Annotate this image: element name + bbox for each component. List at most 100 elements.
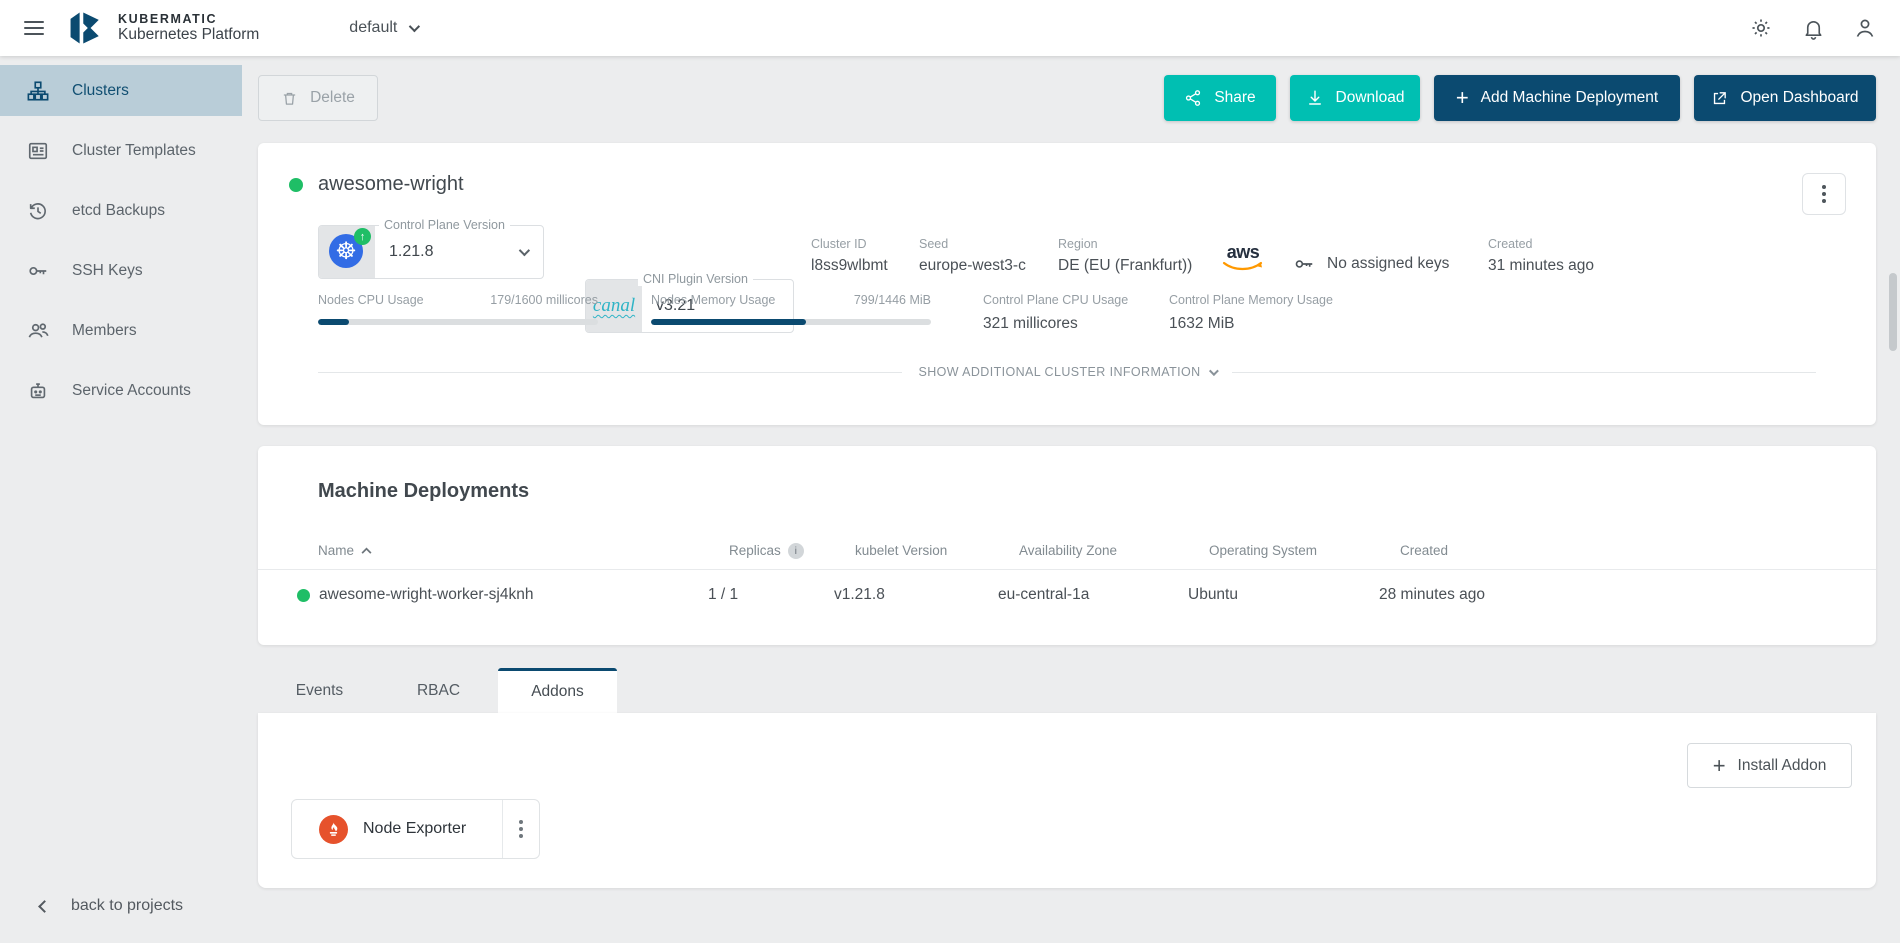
machine-deployment-availability-zone: eu-central-1a — [998, 586, 1188, 604]
kubermatic-logo — [66, 8, 106, 48]
cluster-detail-tabs: Events RBAC Addons — [260, 668, 617, 713]
external-link-icon — [1711, 90, 1728, 107]
notifications-bell-icon[interactable] — [1800, 15, 1826, 41]
service-account-robot-icon — [26, 379, 50, 403]
machine-deployment-name: awesome-wright-worker-sj4knh — [319, 586, 533, 604]
created-field: Created 31 minutes ago — [1488, 237, 1594, 275]
share-button-label: Share — [1214, 89, 1255, 107]
seed-value: europe-west3-c — [919, 257, 1026, 275]
sidebar-item-cluster-templates[interactable]: Cluster Templates — [0, 125, 242, 176]
sidebar-item-label: Cluster Templates — [72, 142, 196, 160]
cluster-id-field: Cluster ID l8ss9wlbmt — [811, 237, 888, 275]
sidebar-item-label: etcd Backups — [72, 202, 165, 220]
cluster-toolbar: Delete Share Download + Add Machine Depl… — [258, 75, 1876, 121]
region-label: Region — [1058, 237, 1192, 251]
nodes-cpu-usage-label: Nodes CPU Usage — [318, 293, 424, 307]
machine-deployment-row[interactable]: awesome-wright-worker-sj4knh 1 / 1 v1.21… — [258, 570, 1876, 620]
kebab-icon — [519, 820, 523, 838]
open-dashboard-button[interactable]: Open Dashboard — [1694, 75, 1876, 121]
ssh-keys-value: No assigned keys — [1327, 255, 1449, 273]
tab-rbac[interactable]: RBAC — [379, 668, 498, 713]
plus-icon: + — [1713, 755, 1726, 777]
chevron-left-icon — [38, 900, 51, 913]
sort-asc-icon — [361, 547, 372, 554]
chevron-down-icon — [1209, 366, 1219, 376]
sidebar-item-members[interactable]: Members — [0, 305, 242, 356]
progress-bar — [318, 319, 598, 325]
top-header: KUBERMATIC Kubernetes Platform default — [0, 0, 1900, 56]
machine-deployment-operating-system: Ubuntu — [1188, 586, 1379, 604]
sidebar-item-label: Members — [72, 322, 137, 340]
scrollbar-thumb[interactable] — [1889, 273, 1897, 351]
settings-icon[interactable] — [1748, 15, 1774, 41]
control-plane-cpu-usage: Control Plane CPU Usage 321 millicores — [983, 293, 1128, 333]
cp-memory-usage-value: 1632 MiB — [1169, 315, 1333, 333]
show-more-label: SHOW ADDITIONAL CLUSTER INFORMATION — [918, 365, 1200, 379]
machine-deployment-replicas: 1 / 1 — [708, 586, 834, 604]
tab-events[interactable]: Events — [260, 668, 379, 713]
show-additional-cluster-information-toggle[interactable]: SHOW ADDITIONAL CLUSTER INFORMATION — [318, 365, 1816, 379]
addons-panel: + Install Addon Node Exporter — [258, 713, 1876, 888]
menu-icon[interactable] — [20, 14, 48, 42]
region-field: Region DE (EU (Frankfurt)) — [1058, 237, 1192, 275]
delete-button[interactable]: Delete — [258, 75, 378, 121]
column-header-operating-system: Operating System — [1209, 543, 1400, 558]
region-value: DE (EU (Frankfurt)) — [1058, 257, 1192, 275]
sidebar-nav: Clusters Cluster Templates etcd Backups — [0, 56, 242, 416]
main-content: Delete Share Download + Add Machine Depl… — [258, 56, 1876, 943]
backup-history-icon — [26, 199, 50, 223]
clusters-sitemap-icon — [26, 79, 50, 103]
download-button[interactable]: Download — [1290, 75, 1420, 121]
download-button-label: Download — [1336, 89, 1405, 107]
machine-deployment-kubelet-version: v1.21.8 — [834, 586, 998, 604]
addon-actions-kebab-button[interactable] — [502, 800, 539, 858]
row-status-dot — [297, 589, 310, 602]
trash-icon — [281, 90, 298, 107]
cluster-actions-kebab-button[interactable] — [1802, 173, 1846, 215]
upgrade-available-icon — [354, 228, 371, 245]
cluster-id-label: Cluster ID — [811, 237, 888, 251]
control-plane-version-select[interactable]: Control Plane Version 1.21.8 — [318, 225, 544, 279]
project-selector[interactable]: default — [349, 19, 417, 37]
cluster-name: awesome-wright — [318, 173, 464, 196]
seed-label: Seed — [919, 237, 1026, 251]
cluster-templates-icon — [26, 139, 50, 163]
sidebar-item-clusters[interactable]: Clusters — [0, 65, 242, 116]
cluster-id-value: l8ss9wlbmt — [811, 257, 888, 275]
prometheus-icon — [319, 815, 348, 844]
column-header-name[interactable]: Name — [318, 543, 729, 558]
nodes-memory-usage-meter: Nodes Memory Usage 799/1446 MiB — [651, 293, 931, 325]
back-to-projects-label: back to projects — [71, 897, 183, 915]
sidebar-item-etcd-backups[interactable]: etcd Backups — [0, 185, 242, 236]
machine-deployments-table-header: Name Replicas kubelet Version Availabili… — [258, 532, 1876, 570]
machine-deployment-created: 28 minutes ago — [1379, 586, 1876, 604]
cni-plugin-version-label: CNI Plugin Version — [638, 272, 753, 286]
project-selector-value: default — [349, 19, 397, 37]
install-addon-button[interactable]: + Install Addon — [1687, 743, 1852, 788]
brand-block: KUBERMATIC Kubernetes Platform — [118, 12, 259, 44]
sidebar-item-service-accounts[interactable]: Service Accounts — [0, 365, 242, 416]
cp-cpu-usage-value: 321 millicores — [983, 315, 1128, 333]
back-to-projects-link[interactable]: back to projects — [40, 897, 183, 915]
nodes-memory-usage-value: 799/1446 MiB — [854, 293, 931, 307]
key-icon — [1293, 253, 1315, 275]
sidebar-item-ssh-keys[interactable]: SSH Keys — [0, 245, 242, 296]
brand-name: KUBERMATIC — [118, 12, 259, 26]
column-header-replicas: Replicas — [729, 543, 855, 559]
cp-memory-usage-label: Control Plane Memory Usage — [1169, 293, 1333, 307]
control-plane-version-label: Control Plane Version — [379, 218, 510, 232]
install-addon-label: Install Addon — [1738, 757, 1827, 775]
seed-field: Seed europe-west3-c — [919, 237, 1026, 275]
created-value: 31 minutes ago — [1488, 257, 1594, 275]
user-account-icon[interactable] — [1852, 15, 1878, 41]
info-icon[interactable] — [788, 543, 804, 559]
members-people-icon — [26, 319, 50, 343]
share-button[interactable]: Share — [1164, 75, 1276, 121]
progress-bar — [651, 319, 931, 325]
machine-deployments-title: Machine Deployments — [318, 480, 529, 503]
cluster-card: awesome-wright Control Plane Version 1.2… — [258, 143, 1876, 425]
tab-addons[interactable]: Addons — [498, 668, 617, 713]
column-header-availability-zone: Availability Zone — [1019, 543, 1209, 558]
ssh-keys-field: No assigned keys — [1293, 253, 1449, 275]
add-machine-deployment-button[interactable]: + Add Machine Deployment — [1434, 75, 1680, 121]
